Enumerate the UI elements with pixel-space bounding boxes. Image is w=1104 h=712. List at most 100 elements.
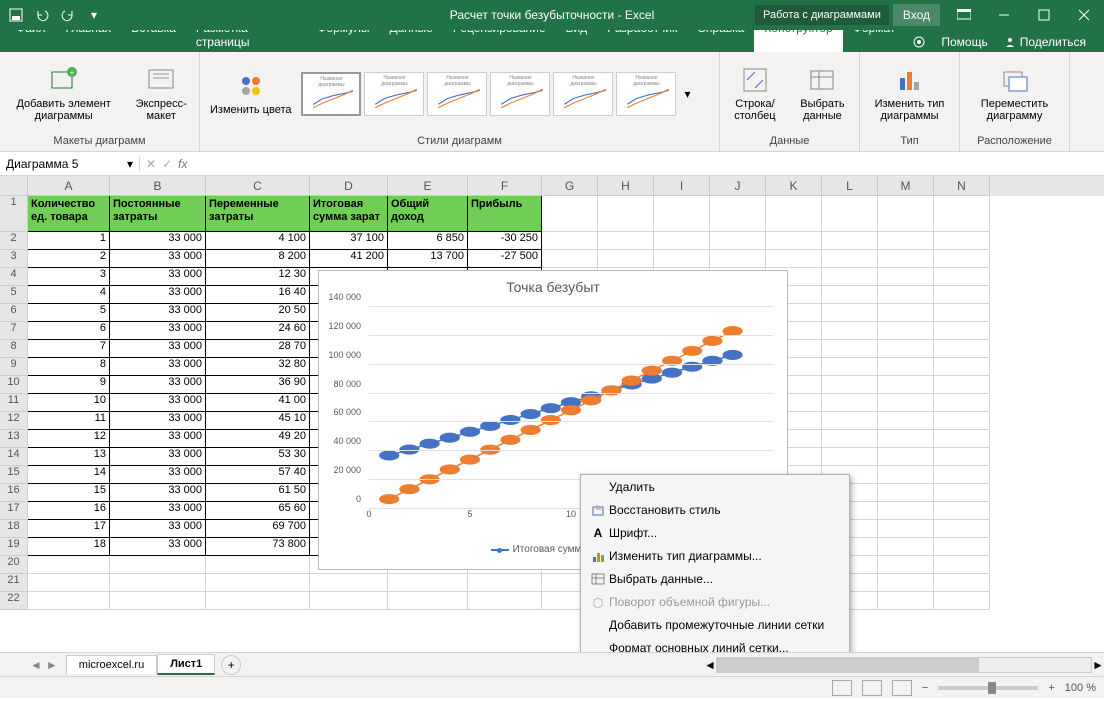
menu-item-удалить[interactable]: Удалить [581,475,849,498]
zoom-slider[interactable] [938,686,1038,690]
chart-style-1[interactable]: Название диаграммы [301,72,361,116]
table-cell[interactable]: 53 30 [206,448,310,466]
row-header[interactable]: 13 [0,430,28,448]
spreadsheet-grid[interactable]: ABCDEFGHIJKLMN 1Количество ед. товараПос… [0,176,1104,652]
sheet-tab-1[interactable]: microexcel.ru [66,655,157,674]
column-header[interactable]: D [310,176,388,196]
row-header[interactable]: 18 [0,520,28,538]
table-cell[interactable]: 2 [28,250,110,268]
table-cell[interactable]: 36 90 [206,376,310,394]
column-header[interactable]: N [934,176,990,196]
maximize-icon[interactable] [1024,0,1064,30]
tell-me-icon[interactable] [905,32,933,52]
row-header[interactable]: 6 [0,304,28,322]
fx-icon[interactable]: fx [178,157,187,171]
menu-item-шрифт---[interactable]: AШрифт... [581,521,849,544]
table-cell[interactable]: 9 [28,376,110,394]
chart-style-6[interactable]: Название диаграммы [616,72,676,116]
column-header[interactable]: M [878,176,934,196]
table-cell[interactable]: -30 250 [468,232,542,250]
table-cell[interactable]: 57 40 [206,466,310,484]
menu-item-выбрать-данные---[interactable]: Выбрать данные... [581,567,849,590]
table-cell[interactable]: 13 700 [388,250,468,268]
column-header[interactable]: B [110,176,206,196]
sheet-tab-2[interactable]: Лист1 [157,654,215,675]
table-cell[interactable]: 33 000 [110,340,206,358]
table-header-cell[interactable]: Итоговая сумма зарат [310,196,388,232]
table-cell[interactable]: 33 000 [110,304,206,322]
table-cell[interactable]: 33 000 [110,538,206,556]
help-button[interactable]: Помощь [933,32,995,52]
row-header[interactable]: 15 [0,466,28,484]
menu-item-формат-основных-линий-сетки---[interactable]: Формат основных линий сетки... [581,636,849,652]
horizontal-scrollbar[interactable] [716,657,1092,673]
table-cell[interactable]: 73 800 [206,538,310,556]
table-cell[interactable]: 4 100 [206,232,310,250]
hscroll-left-icon[interactable]: ◄ [704,658,716,672]
change-colors-button[interactable]: Изменить цвета [204,68,297,120]
table-cell[interactable]: 18 [28,538,110,556]
table-header-cell[interactable]: Общий доход [388,196,468,232]
table-cell[interactable]: 3 [28,268,110,286]
sheet-prev-icon[interactable]: ◄ [30,658,42,672]
row-header[interactable]: 9 [0,358,28,376]
table-cell[interactable]: 1 [28,232,110,250]
table-cell[interactable]: 33 000 [110,376,206,394]
table-cell[interactable]: 4 [28,286,110,304]
chart-title[interactable]: Точка безубыт [319,271,787,299]
page-layout-view-icon[interactable] [862,680,882,696]
row-header[interactable]: 2 [0,232,28,250]
qa-customize-icon[interactable]: ▾ [82,3,106,27]
menu-item-изменить-тип-диаграммы---[interactable]: Изменить тип диаграммы... [581,544,849,567]
add-sheet-button[interactable]: + [221,655,241,675]
table-header-cell[interactable]: Переменные затраты [206,196,310,232]
row-header[interactable]: 5 [0,286,28,304]
zoom-out-icon[interactable]: − [922,682,928,694]
share-button[interactable]: Поделиться [996,32,1094,52]
column-header[interactable]: K [766,176,822,196]
minimize-icon[interactable] [984,0,1024,30]
table-cell[interactable]: 12 30 [206,268,310,286]
chart-style-4[interactable]: Название диаграммы [490,72,550,116]
menu-item-добавить-промежуточные-линии-сетки[interactable]: Добавить промежуточные линии сетки [581,613,849,636]
normal-view-icon[interactable] [832,680,852,696]
select-data-button[interactable]: Выбрать данные [790,62,855,126]
table-cell[interactable]: -27 500 [468,250,542,268]
table-cell[interactable]: 41 200 [310,250,388,268]
hscroll-right-icon[interactable]: ► [1092,658,1104,672]
table-cell[interactable]: 5 [28,304,110,322]
table-cell[interactable]: 49 20 [206,430,310,448]
row-header[interactable]: 1 [0,196,28,232]
row-header[interactable]: 11 [0,394,28,412]
chart-style-2[interactable]: Название диаграммы [364,72,424,116]
style-gallery-more[interactable]: ▾ [680,87,694,101]
row-header[interactable]: 8 [0,340,28,358]
table-cell[interactable]: 33 000 [110,484,206,502]
row-header[interactable]: 16 [0,484,28,502]
table-cell[interactable]: 33 000 [110,250,206,268]
close-icon[interactable] [1064,0,1104,30]
column-header[interactable]: J [710,176,766,196]
chart-style-5[interactable]: Название диаграммы [553,72,613,116]
table-cell[interactable]: 41 00 [206,394,310,412]
change-chart-type-button[interactable]: Изменить тип диаграммы [864,62,955,126]
table-cell[interactable]: 33 000 [110,502,206,520]
express-layout-button[interactable]: Экспресс-макет [127,62,195,126]
table-cell[interactable]: 65 60 [206,502,310,520]
table-cell[interactable]: 28 70 [206,340,310,358]
column-header[interactable]: G [542,176,598,196]
table-cell[interactable]: 24 60 [206,322,310,340]
table-cell[interactable]: 8 200 [206,250,310,268]
column-header[interactable]: A [28,176,110,196]
table-cell[interactable]: 33 000 [110,466,206,484]
table-cell[interactable]: 16 40 [206,286,310,304]
column-header[interactable]: H [598,176,654,196]
row-header[interactable]: 4 [0,268,28,286]
table-cell[interactable]: 12 [28,430,110,448]
table-cell[interactable]: 33 000 [110,358,206,376]
row-header[interactable]: 3 [0,250,28,268]
table-cell[interactable]: 11 [28,412,110,430]
row-header[interactable]: 19 [0,538,28,556]
table-cell[interactable]: 10 [28,394,110,412]
undo-icon[interactable] [30,3,54,27]
